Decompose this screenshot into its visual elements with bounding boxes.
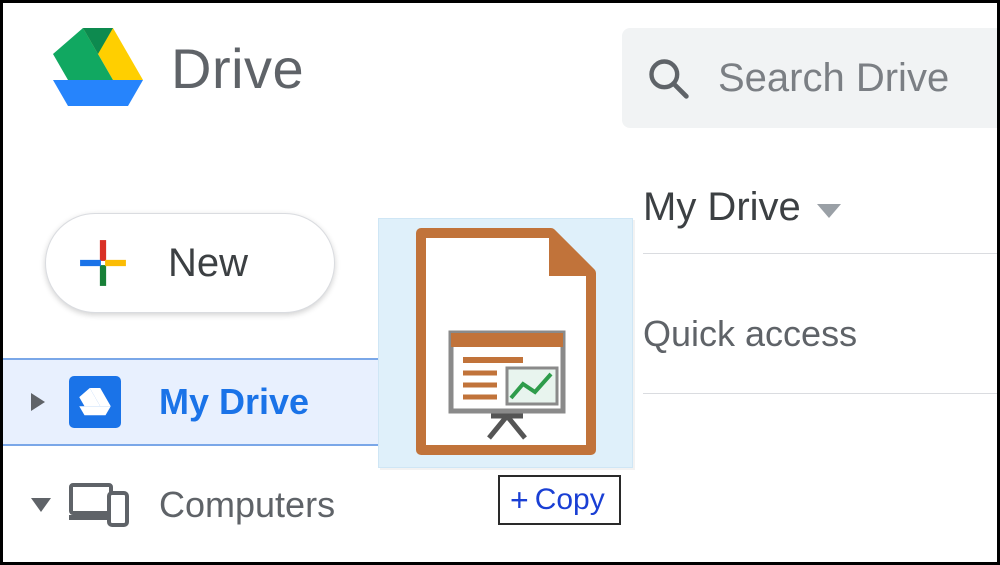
drive-logo-icon xyxy=(53,28,143,108)
breadcrumb-label: My Drive xyxy=(643,185,801,230)
divider xyxy=(643,393,997,394)
drop-action-tooltip: + Copy xyxy=(498,475,621,525)
expand-icon[interactable] xyxy=(31,393,45,411)
breadcrumb[interactable]: My Drive xyxy=(643,163,997,230)
search-placeholder: Search Drive xyxy=(718,56,949,101)
sidebar: New My Drive xyxy=(3,163,393,562)
brand-title: Drive xyxy=(171,36,304,101)
new-button[interactable]: New xyxy=(45,213,335,313)
brand[interactable]: Drive xyxy=(3,28,304,108)
drop-action-label: Copy xyxy=(535,483,605,517)
sidebar-item-label: My Drive xyxy=(159,381,309,423)
presentation-file-icon xyxy=(411,228,601,458)
new-button-label: New xyxy=(168,241,248,286)
plus-icon: + xyxy=(510,484,529,516)
top-bar: Drive Search Drive xyxy=(3,3,997,133)
quick-access-heading: Quick access xyxy=(643,313,857,355)
drive-chip-icon xyxy=(69,376,121,428)
search-icon xyxy=(646,56,690,100)
devices-icon xyxy=(69,481,129,529)
chevron-down-icon xyxy=(817,204,841,218)
collapse-icon[interactable] xyxy=(31,498,51,512)
sidebar-item-label: Computers xyxy=(159,484,335,526)
app-frame: Drive Search Drive New xyxy=(0,0,1000,565)
search-box[interactable]: Search Drive xyxy=(622,28,997,128)
plus-icon xyxy=(78,238,128,288)
divider xyxy=(643,253,997,254)
dragged-file-tile[interactable] xyxy=(378,218,633,468)
